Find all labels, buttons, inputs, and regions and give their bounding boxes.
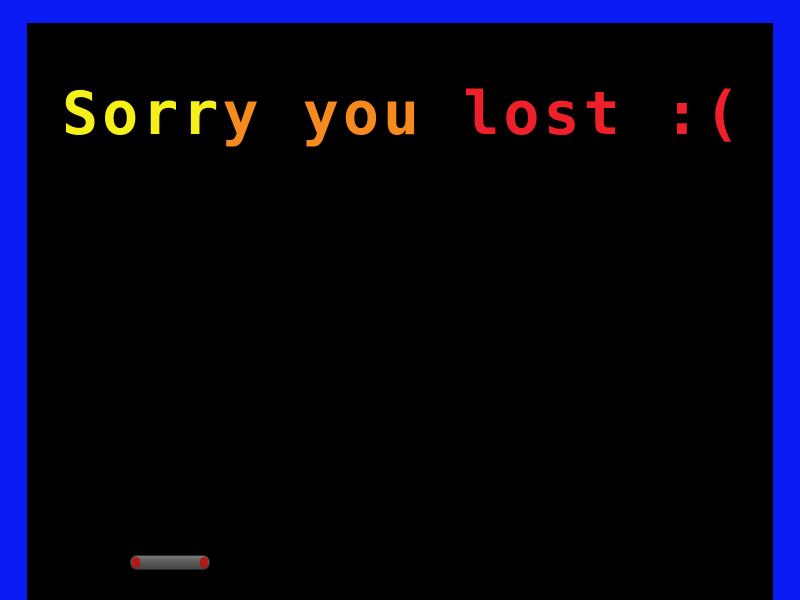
message-part-yellow: Sorr [62, 79, 223, 149]
game-over-message: Sorry you lost :( [62, 78, 744, 150]
paddle-left-cap [132, 557, 140, 568]
game-screen: Sorry you lost :( [0, 0, 800, 600]
message-part-orange: y you [222, 79, 464, 149]
paddle-right-cap [200, 557, 208, 568]
player-paddle[interactable] [130, 555, 210, 570]
top-wall [0, 0, 800, 23]
left-wall [0, 0, 27, 600]
message-part-red: lost :( [463, 79, 745, 149]
right-wall [773, 0, 800, 600]
